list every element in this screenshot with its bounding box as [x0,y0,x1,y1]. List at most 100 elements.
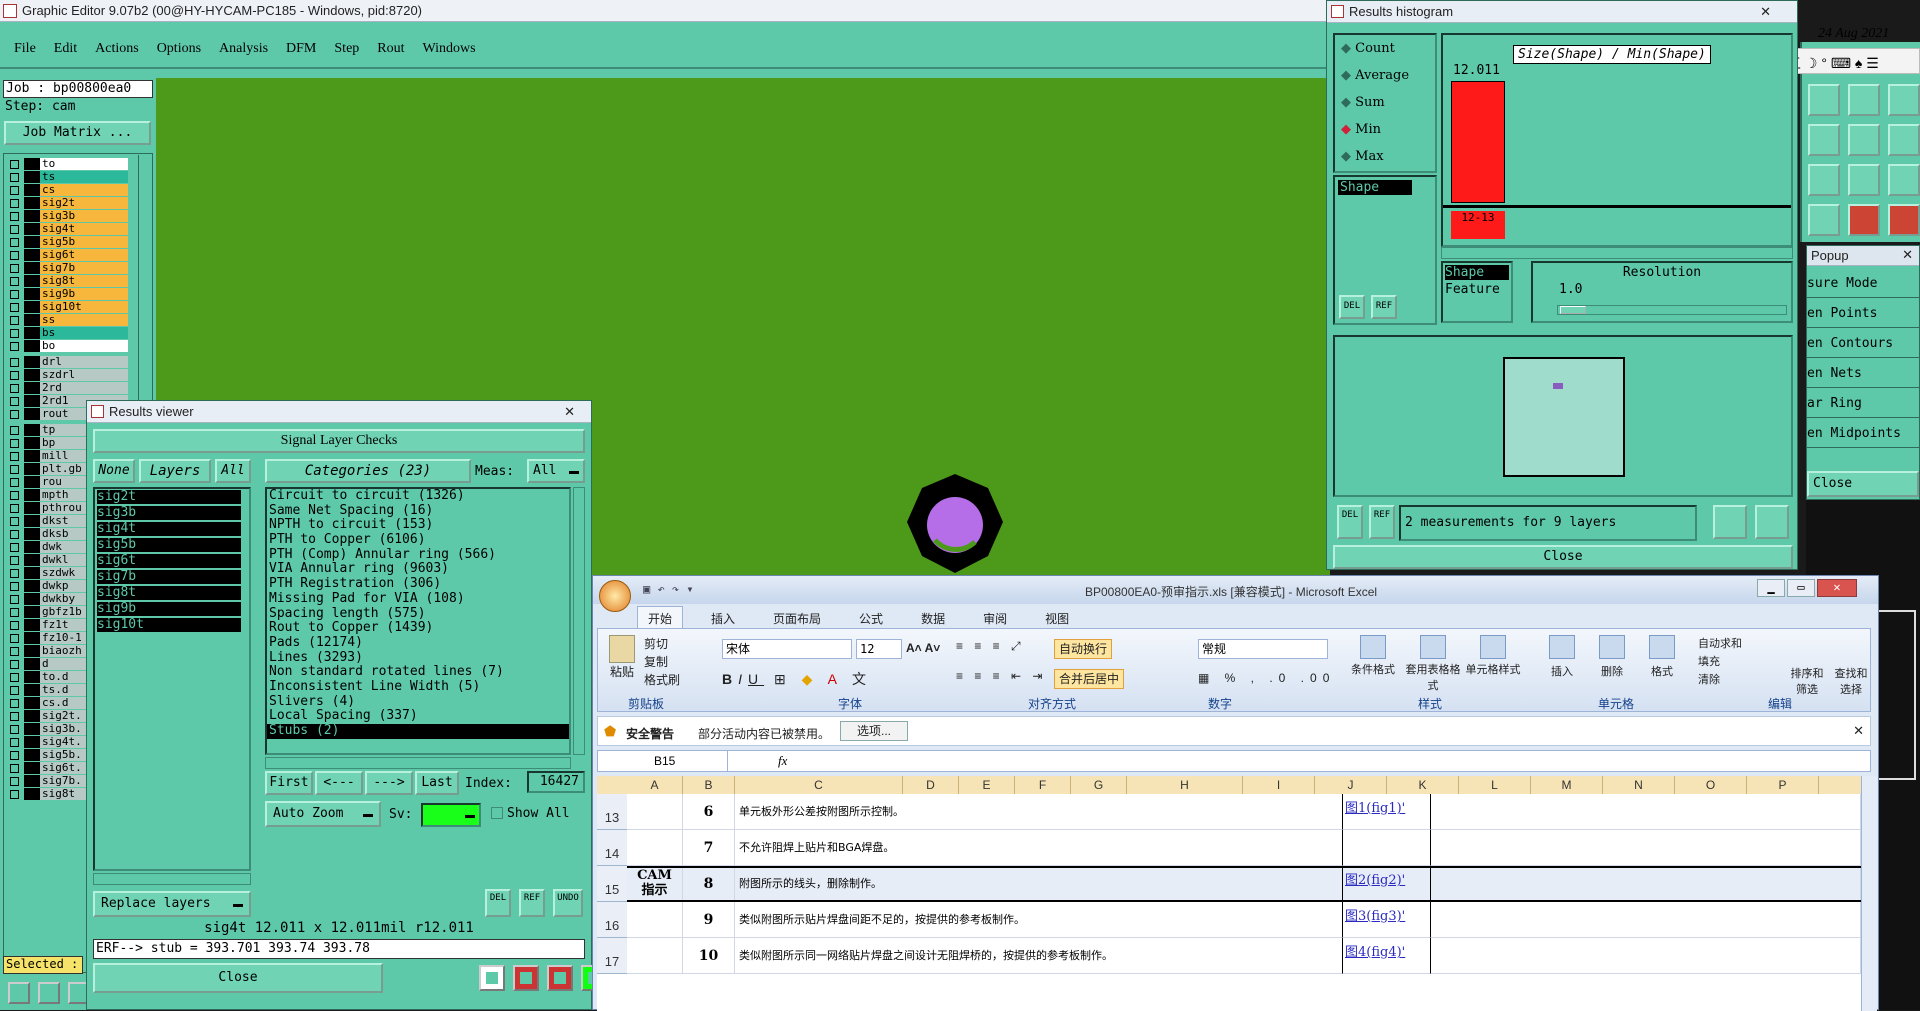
stat-option-count[interactable]: ◆ Count [1341,41,1395,56]
category-item[interactable]: VIA Annular ring (9603) [267,562,569,577]
edit-button[interactable]: 自动求和 [1698,635,1742,651]
layer-checkbox[interactable] [10,608,19,617]
empty-cells[interactable] [1431,938,1861,974]
category-item[interactable]: Lines (3293) [267,650,569,666]
close-icon[interactable]: ✕ [1817,579,1857,597]
cell-a[interactable] [627,938,683,974]
job-matrix-button[interactable]: Job Matrix ... [4,121,151,145]
histogram-close-button[interactable]: Close [1333,545,1793,569]
meas-dropdown[interactable]: All [527,459,585,483]
ribbon-tab[interactable]: 插入 [701,607,745,630]
layer-checkbox[interactable] [10,439,19,448]
ime-mode-icon[interactable]: 五 ☽ ° ⌨ ♠ ☰ [1787,53,1879,73]
empty-cells[interactable] [1431,902,1861,938]
del-icon[interactable]: DEL [485,889,511,917]
category-item[interactable]: Pads (12174) [267,635,569,651]
layer-checkbox[interactable] [10,764,19,773]
tool-icon[interactable] [1888,204,1920,236]
layer-checkbox[interactable] [10,725,19,734]
close-icon[interactable]: ✕ [1760,1,1771,23]
edit-button[interactable]: 填充 [1698,653,1720,669]
layer-checkbox[interactable] [10,595,19,604]
zoom-icon[interactable] [1713,505,1747,539]
layer-checkbox[interactable] [10,251,19,260]
rv-layer-hscroll[interactable] [93,873,251,885]
layer-checkbox[interactable] [10,751,19,760]
font-style-buttons[interactable]: BIU ⊞ ◆ A 文 [722,669,872,689]
layer-checkbox[interactable] [10,491,19,500]
close-icon[interactable]: ✕ [564,401,575,423]
rv-layer-item[interactable]: sig6t [97,554,241,568]
layer-checkbox[interactable] [10,199,19,208]
cell-c[interactable]: 类似附图所示同一网络贴片焊盘之间设计无阻焊桥的，按提供的参考板制作。 [735,938,1343,974]
layer-checkbox[interactable] [10,371,19,380]
layer-checkbox[interactable] [10,238,19,247]
popup-item[interactable]: sure Mode [1807,272,1919,298]
ribbon-tab[interactable]: 公式 [849,607,893,630]
category-item[interactable]: PTH (Comp) Annular ring (566) [267,547,569,563]
tool-icon[interactable] [38,982,60,1004]
layer-checkbox[interactable] [10,712,19,721]
layer-checkbox[interactable] [10,426,19,435]
ribbon-tab[interactable]: 审阅 [973,607,1017,630]
row-header[interactable]: 15 [597,866,627,902]
layer-checkbox[interactable] [10,225,19,234]
font-size-box[interactable]: 12 [856,639,902,659]
ref-icon[interactable]: REF [1371,295,1397,319]
layer-checkbox[interactable] [10,530,19,539]
layer-checkbox[interactable] [10,582,19,591]
cell-c[interactable]: 不允许阻焊上贴片和BGA焊盘。 [735,830,1343,866]
column-header[interactable]: H [1127,776,1243,794]
layer-checkbox[interactable] [10,303,19,312]
all-button[interactable]: All [215,459,251,483]
cell-c[interactable]: 类似附图所示贴片焊盘间距不足的，按提供的参考板制作。 [735,902,1343,938]
cell-j-link[interactable]: 图3(fig3)' [1343,902,1431,938]
categories-button[interactable]: Categories (23) [265,459,471,483]
del-icon[interactable]: DEL [1337,505,1363,539]
layer-row[interactable]: ts [6,171,136,184]
align-buttons-2[interactable]: ≡ ≡ ≡ ⇤ ⇥ [956,669,1046,683]
cell-a[interactable] [627,902,683,938]
column-header[interactable]: G [1071,776,1127,794]
column-header[interactable]: M [1531,776,1603,794]
zoom-out-icon[interactable] [1755,505,1789,539]
sheet-vscroll[interactable] [1861,776,1877,1011]
cell-b[interactable]: 6 [683,794,735,830]
layer-checkbox[interactable] [10,569,19,578]
style-button[interactable]: 套用表格格式 [1403,635,1463,693]
cells-button[interactable]: 格式 [1637,635,1687,679]
clipboard-item[interactable]: 剪切 [644,635,680,653]
layers-button[interactable]: Layers [139,459,211,483]
cell-b[interactable]: 8 [683,866,735,902]
security-options-button[interactable]: 选项... [840,721,908,741]
index-input[interactable]: 16427 [527,771,585,793]
rv-layer-item[interactable]: sig2t [97,490,241,504]
clipboard-item[interactable]: 复制 [644,653,680,671]
tool-icon[interactable] [1888,124,1920,156]
rv-layer-item[interactable]: sig7b [97,570,241,584]
cells-button[interactable]: 删除 [1587,635,1637,679]
number-format-box[interactable]: 常规 [1198,639,1328,659]
shape-item[interactable]: Shape [1445,265,1509,280]
layer-checkbox[interactable] [10,410,19,419]
show-all-checkbox[interactable] [491,807,503,819]
category-item[interactable]: Rout to Copper (1439) [267,620,569,636]
font-name-box[interactable]: 宋体 [722,639,852,659]
menu-edit[interactable]: Edit [54,41,77,57]
column-header[interactable]: L [1459,776,1531,794]
layer-checkbox[interactable] [10,290,19,299]
layer-row[interactable]: 2rd [6,382,136,395]
sv-color-dropdown[interactable] [421,803,481,827]
preview-frame[interactable] [1503,357,1625,477]
tool-icon[interactable] [1888,84,1920,116]
cells-button[interactable]: 插入 [1537,635,1587,679]
quick-access-icons[interactable]: ▣ ↶ ↷ ▾ [643,582,694,596]
popup-item[interactable]: ar Ring [1807,392,1919,418]
name-box[interactable]: B15 [598,751,728,771]
cell-a[interactable]: CAM指示 [627,866,683,902]
cell-b[interactable]: 10 [683,938,735,974]
layer-checkbox[interactable] [10,160,19,169]
layer-checkbox[interactable] [10,277,19,286]
empty-cells[interactable] [1431,830,1861,866]
close-icon[interactable]: ✕ [1853,723,1864,739]
